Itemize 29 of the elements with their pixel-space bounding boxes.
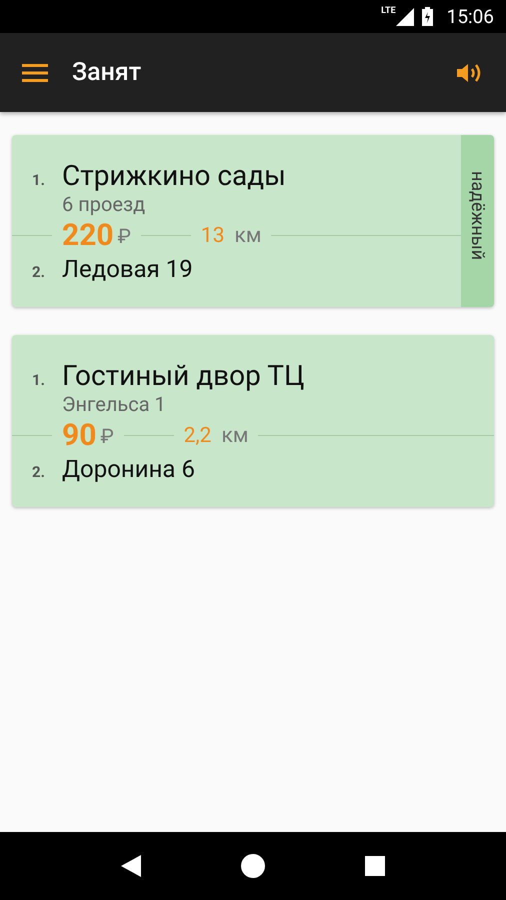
stop-number: 1. — [32, 371, 46, 389]
stop-number: 2. — [32, 463, 46, 481]
order-price: 220 — [62, 218, 114, 253]
menu-button[interactable] — [22, 62, 48, 82]
distance-unit: км — [234, 224, 262, 248]
network-label: LTE — [381, 6, 396, 16]
stop-number: 1. — [32, 171, 46, 189]
signal-icon — [396, 8, 414, 26]
back-icon[interactable] — [121, 855, 141, 877]
order-card[interactable]: 1. Гостиный двор ТЦ Энгельса 1 90₽ 2,2 км 2. Доронина 6 — [12, 335, 494, 507]
pickup-detail: Энгельса 1 — [62, 392, 167, 416]
battery-icon — [422, 7, 433, 26]
distance-value: 2,2 — [184, 424, 212, 448]
stop-number: 2. — [32, 263, 46, 281]
pickup-address: Гостиный двор ТЦ — [62, 359, 304, 392]
distance-unit: км — [221, 424, 248, 448]
distance-value: 13 — [200, 224, 225, 248]
dropoff-address: Доронина 6 — [62, 455, 195, 483]
badge-label: надёжный — [467, 171, 488, 262]
pickup-address: Стрижкино сады — [62, 159, 286, 192]
clock-time: 15:06 — [446, 5, 494, 28]
order-price: 90 — [62, 418, 96, 453]
order-card[interactable]: 1. Стрижкино сады 6 проезд 220₽ 13 км 2. Ледовая 19 надёжный — [12, 135, 494, 307]
screen-title: Занят — [72, 58, 142, 87]
home-icon[interactable] — [241, 854, 265, 878]
pickup-detail: 6 проезд — [62, 192, 146, 216]
dropoff-address: Ледовая 19 — [62, 255, 193, 283]
currency-sign: ₽ — [118, 224, 131, 248]
currency-sign: ₽ — [100, 424, 114, 448]
